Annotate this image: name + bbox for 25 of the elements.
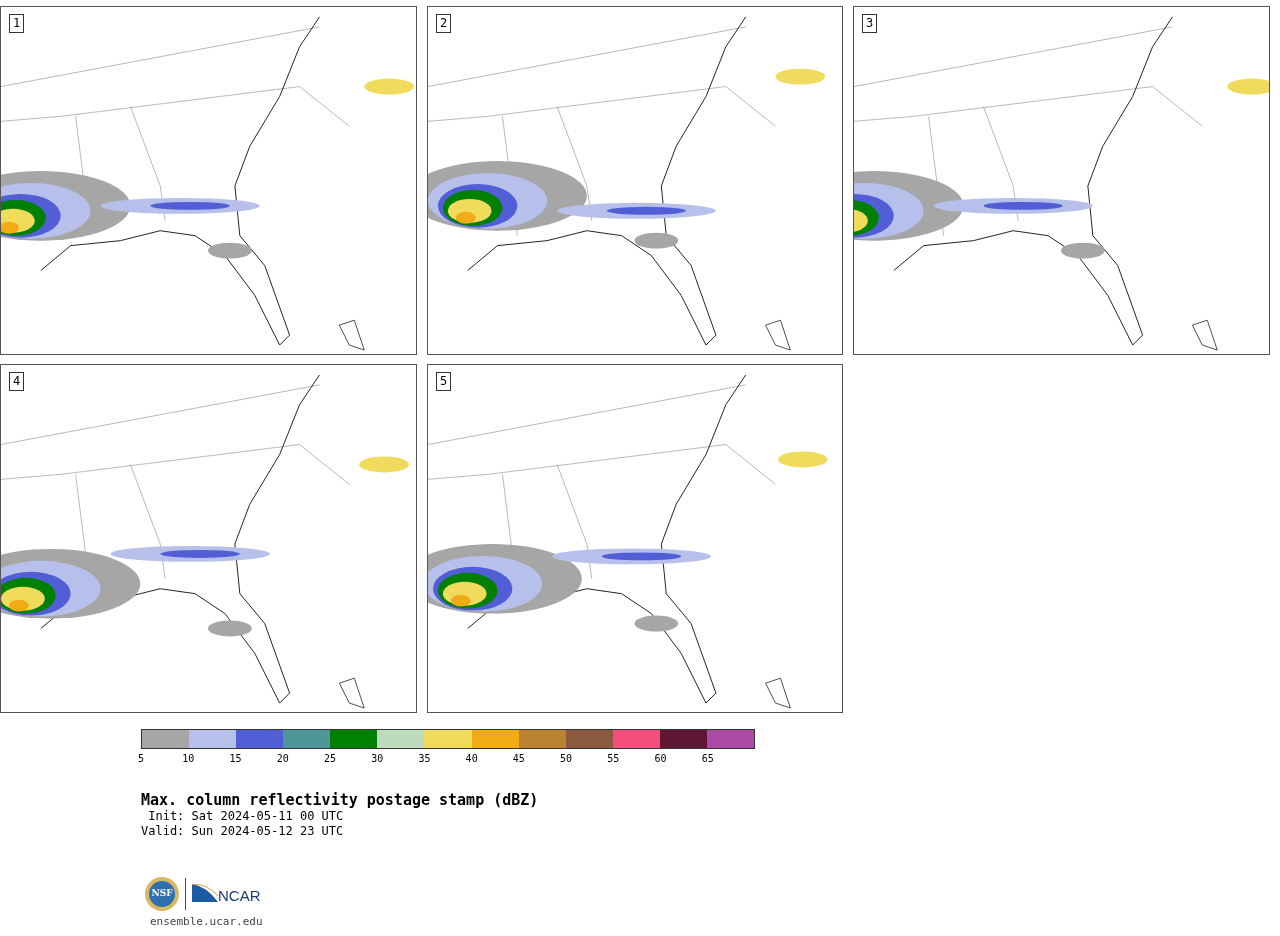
nsf-logo: NSF (145, 877, 179, 911)
chart-title: Max. column reflectivity postage stamp (dBZ) (141, 791, 540, 809)
legend-tick-label: 20 (276, 753, 289, 765)
legend-tick-label: 15 (229, 753, 242, 765)
init-time: Init: Sat 2024-05-11 00 UTC (147, 809, 345, 824)
legend-tick-label: 50 (560, 753, 573, 765)
valid-time: Valid: Sun 2024-05-12 23 UTC (141, 824, 345, 839)
panel-number: 1 (9, 14, 25, 33)
legend-tick-label: 25 (323, 753, 336, 765)
legend-tick-label: 40 (465, 753, 478, 765)
panel-number: 2 (436, 14, 452, 33)
site-url: ensemble.ucar.edu (150, 915, 264, 928)
ncar-logo: NCAR (192, 884, 261, 904)
ncar-swoosh-icon (192, 884, 218, 904)
panel-number: 5 (436, 372, 452, 391)
legend-tick-label: 45 (512, 753, 525, 765)
legend-tick-label: 10 (182, 753, 195, 765)
legend-tick-label: 5 (138, 753, 144, 765)
legend-tick-label: 60 (654, 753, 667, 765)
panel-number: 3 (862, 14, 878, 33)
legend-tick-label: 35 (418, 753, 431, 765)
legend-tick-label: 30 (371, 753, 384, 765)
panel-number: 4 (9, 372, 25, 391)
legend-tick-label: 65 (701, 753, 714, 765)
legend-tick-label: 55 (607, 753, 620, 765)
